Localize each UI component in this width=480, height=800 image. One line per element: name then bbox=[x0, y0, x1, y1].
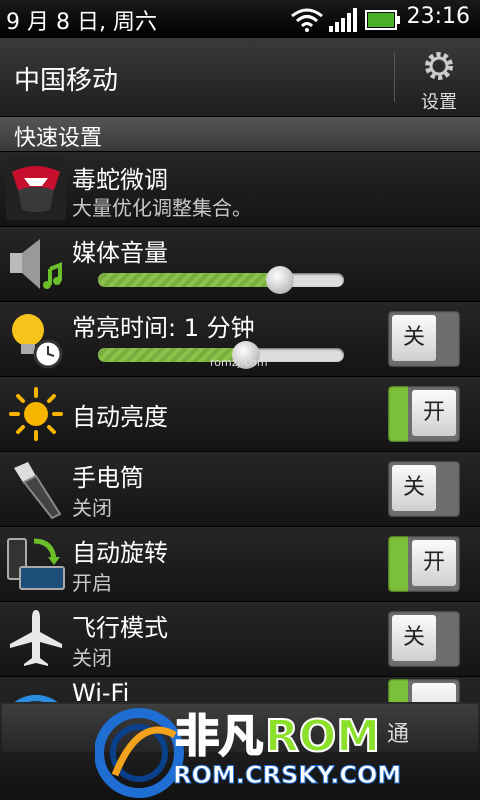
carrier-name: 中国移动 bbox=[14, 66, 119, 96]
row-title: 媒体音量 bbox=[72, 239, 168, 267]
row-title: 自动旋转 bbox=[72, 539, 168, 567]
list-item-flashlight: 手电筒 关闭 关 bbox=[0, 452, 480, 527]
media-volume-slider[interactable] bbox=[98, 266, 344, 294]
svg-text:非凡: 非凡 bbox=[175, 711, 263, 762]
row-title: 自动亮度 bbox=[72, 403, 168, 431]
status-date: 9 月 8 日, 周六 bbox=[6, 10, 157, 35]
notification-header: 中国移动 设置 bbox=[0, 38, 480, 117]
row-subtitle: 关闭 bbox=[72, 496, 112, 520]
wifi-icon bbox=[291, 8, 323, 32]
row-subtitle: 关闭 bbox=[72, 646, 112, 670]
row-subtitle: 大量优化调整集合。 bbox=[72, 196, 252, 220]
row-subtitle: 开启 bbox=[72, 571, 112, 595]
airplane-icon bbox=[10, 610, 62, 666]
toggle-knob: 关 bbox=[392, 615, 436, 661]
speaker-icon bbox=[10, 239, 62, 289]
viper-app-icon bbox=[6, 158, 66, 220]
auto-rotate-toggle[interactable]: 开 bbox=[388, 536, 460, 592]
auto-brightness-toggle[interactable]: 开 bbox=[388, 386, 460, 442]
settings-label: 设置 bbox=[421, 92, 457, 113]
signal-icon bbox=[329, 8, 357, 32]
slider-fill bbox=[98, 273, 281, 287]
header-divider bbox=[394, 52, 395, 102]
quick-settings-header: 快速设置 bbox=[0, 117, 480, 151]
row-title: 飞行模式 bbox=[72, 614, 168, 642]
status-time: 23:16 bbox=[406, 4, 470, 29]
slider-thumb[interactable] bbox=[266, 266, 295, 294]
toggle-knob: 开 bbox=[412, 390, 456, 436]
list-item-auto-brightness: 自动亮度 开 bbox=[0, 377, 480, 452]
flashlight-toggle[interactable]: 关 bbox=[388, 461, 460, 517]
row-title: 手电筒 bbox=[72, 464, 144, 492]
watermark-text: romzj.com bbox=[210, 356, 268, 369]
battery-icon bbox=[365, 10, 400, 30]
toggle-knob: 开 bbox=[412, 540, 456, 586]
status-bar: 9 月 8 日, 周六 23:16 bbox=[0, 0, 480, 38]
toggle-knob: 关 bbox=[392, 465, 436, 511]
flashlight-icon bbox=[14, 462, 62, 520]
gear-icon bbox=[425, 52, 453, 80]
list-item-viper[interactable]: 毒蛇微调 大量优化调整集合。 bbox=[0, 152, 480, 227]
list-item-auto-rotate: 自动旋转 开启 开 bbox=[0, 527, 480, 602]
list-item-airplane-mode: 飞行模式 关闭 关 bbox=[0, 602, 480, 677]
settings-button[interactable]: 设置 bbox=[404, 48, 474, 114]
row-title: 常亮时间: 1 分钟 bbox=[72, 314, 255, 342]
rotate-icon bbox=[7, 538, 65, 590]
section-title: 快速设置 bbox=[14, 126, 103, 151]
airplane-mode-toggle[interactable]: 关 bbox=[388, 611, 460, 667]
list-item-media-volume: 媒体音量 bbox=[0, 227, 480, 302]
svg-text:ROM: ROM bbox=[265, 711, 380, 762]
sun-icon bbox=[9, 387, 63, 441]
toggle-knob: 关 bbox=[392, 315, 436, 361]
svg-text:ROM.CRSKY.COM: ROM.CRSKY.COM bbox=[173, 761, 401, 789]
screen-timeout-toggle[interactable]: 关 bbox=[388, 311, 460, 367]
row-title: 毒蛇微调 bbox=[72, 166, 168, 194]
crsky-rom-logo: 非凡 ROM ROM.CRSKY.COM bbox=[95, 708, 402, 798]
bulb-clock-icon bbox=[12, 314, 63, 369]
